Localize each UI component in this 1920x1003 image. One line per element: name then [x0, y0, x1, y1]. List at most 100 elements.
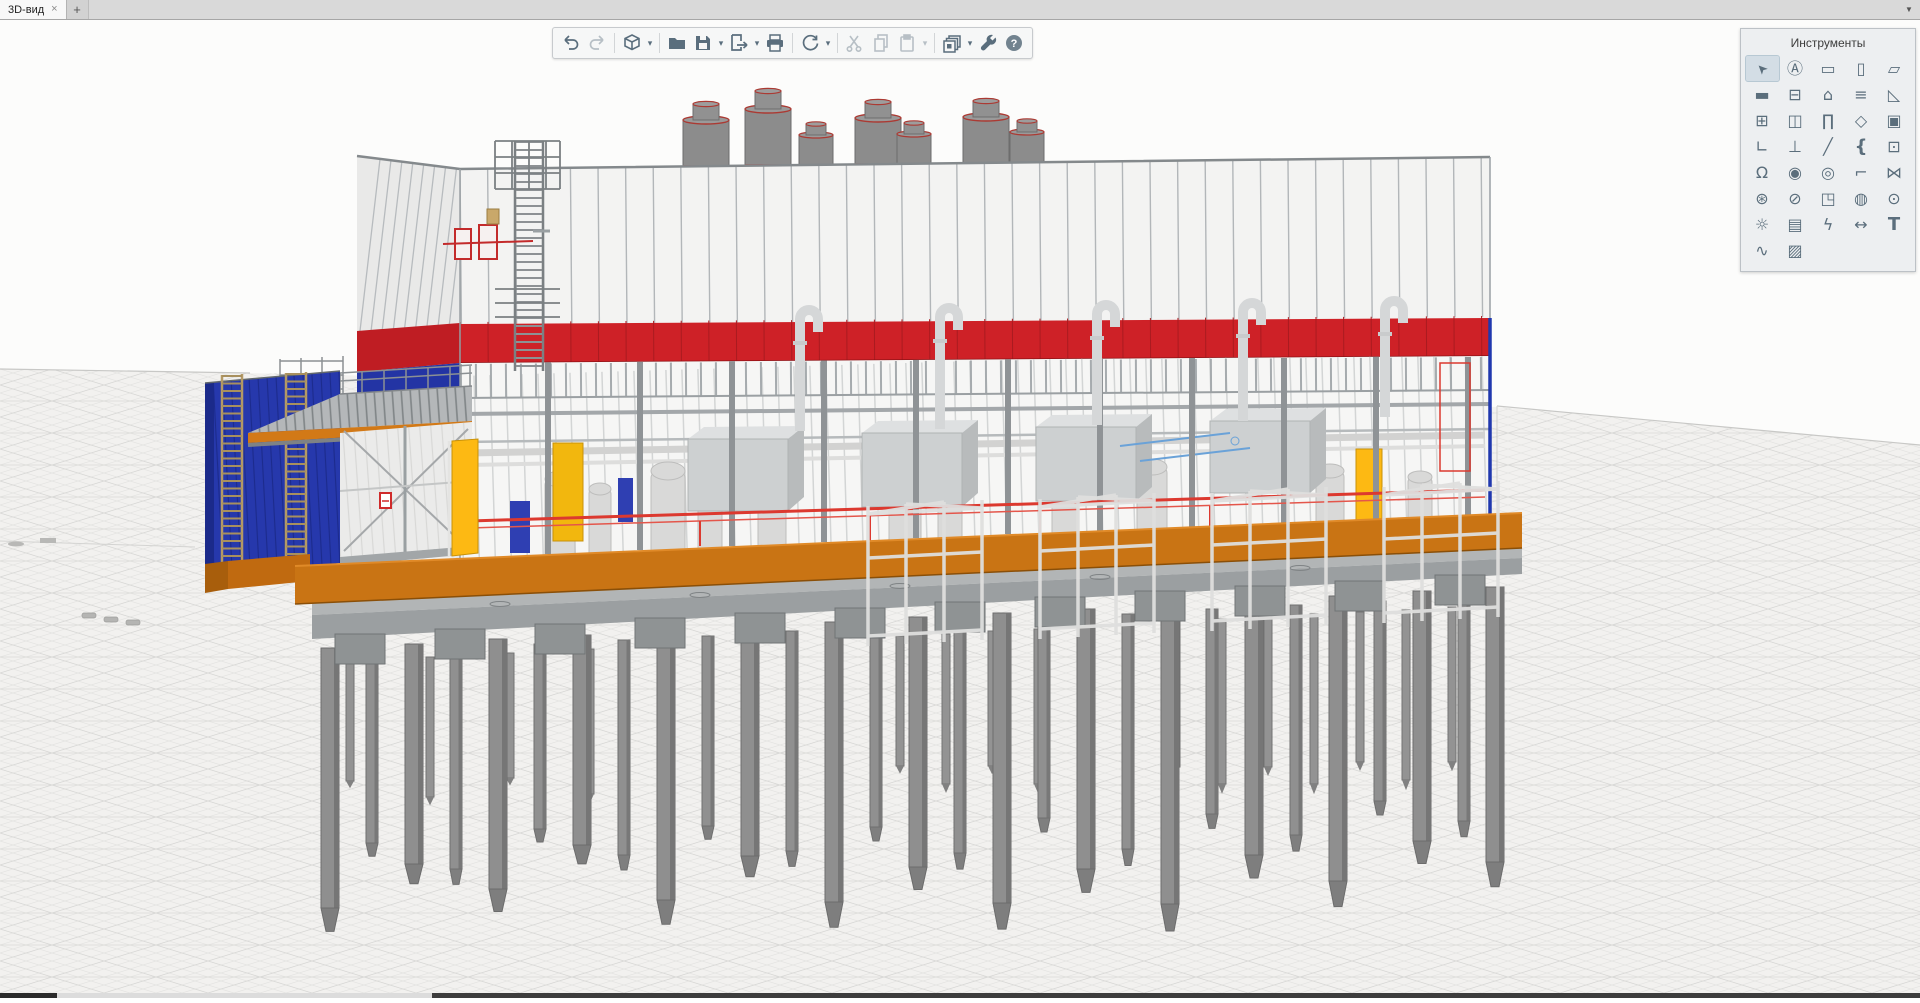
tool-pipe-accessory[interactable]: ◎ [1812, 160, 1845, 185]
sync-button[interactable] [797, 31, 823, 55]
sync-caret-icon[interactable]: ▾ [823, 38, 833, 49]
annex-structure [205, 356, 478, 579]
horizontal-scrollbar[interactable] [0, 993, 1920, 998]
tool-text[interactable]: T [1878, 212, 1911, 237]
tab-label: 3D-вид [8, 4, 44, 16]
tool-electric-panel[interactable]: ▤ [1779, 212, 1812, 237]
tool-railing[interactable]: ∏ [1812, 108, 1845, 133]
save-caret-icon[interactable]: ▾ [716, 38, 726, 49]
element-icon: ◇ [1855, 113, 1867, 129]
round-duct-icon: ◍ [1854, 191, 1868, 207]
tool-hatch[interactable]: ▨ [1779, 238, 1812, 263]
tool-profile[interactable]: { [1845, 134, 1878, 159]
visual-style-caret-icon[interactable]: ▾ [965, 38, 975, 49]
tool-isolated-foundation[interactable]: ⊥ [1779, 134, 1812, 159]
visual-style-button[interactable] [939, 31, 965, 55]
ventilation-equipment-icon: ⊛ [1755, 191, 1768, 207]
tool-round-duct[interactable]: ◍ [1845, 186, 1878, 211]
assembly-icon: ▣ [1886, 113, 1901, 129]
view-cube-icon [621, 32, 643, 54]
red-stripe [460, 318, 1490, 363]
window-icon: ⊞ [1755, 113, 1768, 129]
3d-viewport-canvas[interactable] [0, 20, 1920, 998]
text-tool-icon: T [1888, 216, 1900, 234]
export-icon [728, 32, 750, 54]
line-icon: ╱ [1823, 139, 1833, 155]
cut-button[interactable] [842, 31, 868, 55]
ramp-icon: ◺ [1888, 87, 1900, 103]
open-folder-icon [666, 32, 688, 54]
save-button[interactable] [690, 31, 716, 55]
tool-select[interactable]: ➤ [1746, 56, 1779, 81]
tab-close-icon[interactable]: × [51, 4, 57, 15]
toolbar-separator [837, 33, 838, 53]
paste-caret-icon[interactable]: ▾ [920, 38, 930, 49]
tool-ventilation-equipment[interactable]: ⊛ [1746, 186, 1779, 211]
settings-button[interactable] [975, 31, 1001, 55]
print-button[interactable] [762, 31, 788, 55]
tool-line[interactable]: ╱ [1812, 134, 1845, 159]
open-button[interactable] [664, 31, 690, 55]
tool-equipment[interactable]: ◉ [1779, 160, 1812, 185]
print-icon [764, 32, 786, 54]
export-button[interactable] [726, 31, 752, 55]
duct-accessory-icon: ⊘ [1788, 191, 1801, 207]
wiring-icon: ϟ [1823, 217, 1834, 233]
scrollbar-corner [0, 993, 57, 998]
tab-overflow-icon[interactable]: ▼ [1898, 0, 1920, 19]
column-icon: ▯ [1857, 61, 1866, 77]
tool-ramp[interactable]: ◺ [1878, 82, 1911, 107]
hatch-icon: ▨ [1787, 243, 1802, 259]
isolated-foundation-icon: ⊥ [1788, 139, 1802, 155]
tool-route[interactable]: ∿ [1746, 238, 1779, 263]
help-button[interactable]: ? [1001, 31, 1027, 55]
tool-roof[interactable]: ⌂ [1812, 82, 1845, 107]
annotation-icon: Ⓐ [1787, 61, 1803, 77]
tool-plumbing-fixture[interactable]: Ω [1746, 160, 1779, 185]
paste-button[interactable] [894, 31, 920, 55]
tool-socket[interactable]: ⊙ [1878, 186, 1911, 211]
tool-door[interactable]: ◫ [1779, 108, 1812, 133]
scrollbar-thumb[interactable] [57, 993, 432, 998]
view-style-caret-icon[interactable]: ▾ [645, 38, 655, 49]
undo-button[interactable] [558, 31, 584, 55]
tool-window[interactable]: ⊞ [1746, 108, 1779, 133]
view-style-button[interactable] [619, 31, 645, 55]
save-icon [692, 32, 714, 54]
tool-element[interactable]: ◇ [1845, 108, 1878, 133]
tools-grid: ➤ Ⓐ ▭ ▯ ▱ ▬ ⊟ ⌂ ≡ ◺ ⊞ ◫ ∏ ◇ ▣ ∟ ⊥ ╱ { ⊡ [1741, 56, 1915, 263]
tool-wiring[interactable]: ϟ [1812, 212, 1845, 237]
main-toolbar: ▾ ▾ ▾ ▾ [552, 27, 1033, 59]
toolbar-separator [934, 33, 935, 53]
tool-floor-opening[interactable]: ⊟ [1779, 82, 1812, 107]
tool-assembly[interactable]: ▣ [1878, 108, 1911, 133]
redo-button[interactable] [584, 31, 610, 55]
tool-annotation[interactable]: Ⓐ [1779, 56, 1812, 81]
tool-column[interactable]: ▯ [1845, 56, 1878, 81]
tool-light-fixture[interactable]: ☼ [1746, 212, 1779, 237]
wrench-icon [977, 32, 999, 54]
tool-wall[interactable]: ▭ [1812, 56, 1845, 81]
cut-scissors-icon [844, 32, 866, 54]
tab-3d-view[interactable]: 3D-вид × [0, 0, 67, 19]
tool-duct-accessory[interactable]: ⊘ [1779, 186, 1812, 211]
export-caret-icon[interactable]: ▾ [752, 38, 762, 49]
copy-button[interactable] [868, 31, 894, 55]
tool-pipe-fitting[interactable]: ⋈ [1878, 160, 1911, 185]
tool-strip-foundation[interactable]: ∟ [1746, 134, 1779, 159]
socket-icon: ⊙ [1887, 191, 1900, 207]
tool-floor[interactable]: ▬ [1746, 82, 1779, 107]
toolbar-separator [614, 33, 615, 53]
tool-pipe[interactable]: ⌐ [1845, 160, 1878, 185]
tool-dimension[interactable]: ↔ [1845, 212, 1878, 237]
new-tab-button[interactable]: + [67, 0, 89, 19]
tool-beam[interactable]: ▱ [1878, 56, 1911, 81]
yellow-door [452, 439, 478, 556]
tool-stair[interactable]: ≡ [1845, 82, 1878, 107]
tool-duct[interactable]: ◳ [1812, 186, 1845, 211]
duct-icon: ◳ [1820, 191, 1835, 207]
floor-icon: ▬ [1754, 87, 1769, 103]
select-cursor-icon: ➤ [1754, 60, 1771, 77]
toolbar-separator [792, 33, 793, 53]
tool-opening[interactable]: ⊡ [1878, 134, 1911, 159]
